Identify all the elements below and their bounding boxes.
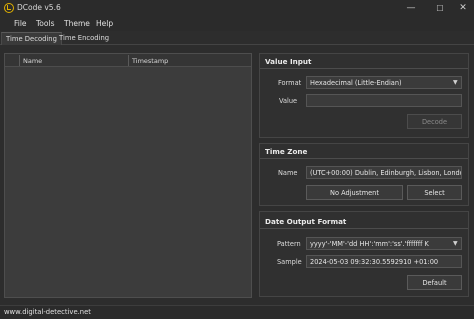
- group-divider: [260, 228, 468, 229]
- tab-time-decoding[interactable]: Time Decoding: [1, 32, 62, 45]
- date-output-format-title: Date Output Format: [265, 217, 347, 226]
- pattern-combobox[interactable]: yyyy'-'MM'-'dd HH':'mm':'ss'.'fffffff K: [306, 237, 462, 250]
- pattern-label: Pattern: [277, 240, 301, 248]
- sample-label: Sample: [277, 258, 302, 266]
- group-divider: [260, 68, 468, 69]
- format-select[interactable]: Hexadecimal (Little-Endian): [306, 76, 462, 89]
- window-title: DCode v5.6: [17, 3, 61, 12]
- value-label: Value: [279, 97, 298, 105]
- time-zone-name-field: (UTC+00:00) Dublin, Edinburgh, Lisbon, L…: [306, 166, 462, 179]
- menu-theme[interactable]: Theme: [64, 19, 90, 28]
- sample-output-field: 2024-05-03 09:32:30.5592910 +01:00: [306, 255, 462, 268]
- menu-help[interactable]: Help: [96, 19, 113, 28]
- app-logo-icon: [4, 3, 14, 13]
- menu-file[interactable]: File: [14, 19, 27, 28]
- default-pattern-button[interactable]: Default: [407, 275, 462, 290]
- tab-time-encoding[interactable]: Time Encoding: [55, 32, 113, 45]
- no-adjustment-button[interactable]: No Adjustment: [306, 185, 403, 200]
- menu-tools[interactable]: Tools: [36, 19, 54, 28]
- select-time-zone-button[interactable]: Select: [407, 185, 462, 200]
- column-separator: [128, 55, 129, 66]
- format-label: Format: [278, 79, 302, 87]
- time-zone-name-label: Name: [278, 169, 298, 177]
- minimize-button[interactable]: —: [396, 0, 426, 16]
- caret-down-icon: ▼: [453, 79, 458, 86]
- caret-down-icon: ▼: [453, 240, 458, 247]
- group-divider: [260, 158, 468, 159]
- decode-button[interactable]: Decode: [407, 114, 462, 129]
- close-button[interactable]: ✕: [448, 0, 474, 16]
- column-header-name[interactable]: Name: [23, 57, 42, 65]
- results-table[interactable]: [4, 53, 252, 298]
- format-select-value: Hexadecimal (Little-Endian): [310, 79, 402, 87]
- time-zone-title: Time Zone: [265, 147, 308, 156]
- status-link[interactable]: www.digital-detective.net: [4, 308, 91, 316]
- column-header-timestamp[interactable]: Timestamp: [132, 57, 168, 65]
- column-separator: [19, 55, 20, 66]
- value-input-title: Value Input: [265, 57, 312, 66]
- pattern-value: yyyy'-'MM'-'dd HH':'mm':'ss'.'fffffff K: [310, 240, 429, 248]
- value-input[interactable]: [306, 94, 462, 107]
